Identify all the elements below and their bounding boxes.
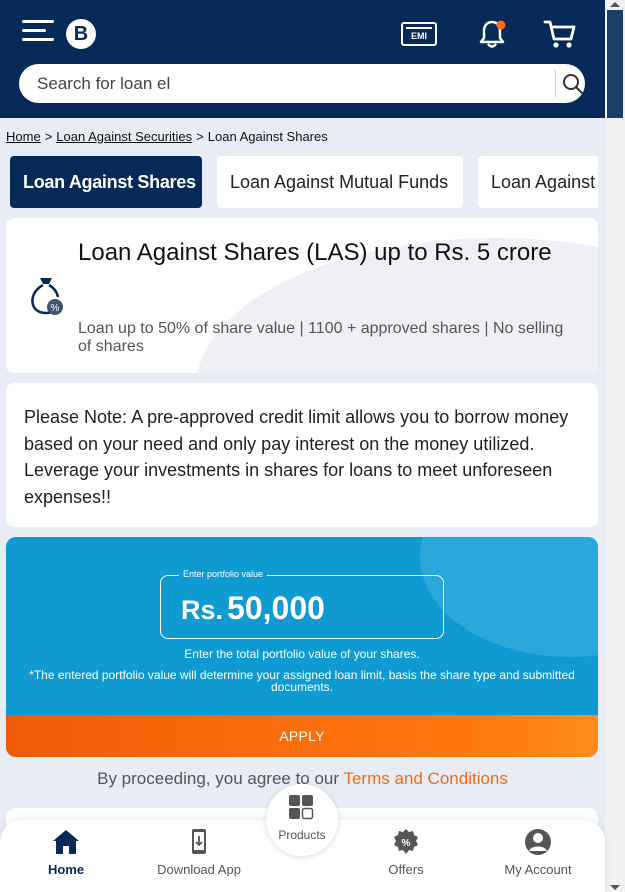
hero-card: % Loan Against Shares (LAS) up to Rs. 5 …	[6, 218, 598, 373]
portfolio-value-field[interactable]: Enter portfolio value Rs. 50,000	[160, 569, 444, 639]
hero-title: Loan Against Shares (LAS) up to Rs. 5 cr…	[78, 239, 552, 266]
money-bag-percent-icon: %	[31, 278, 63, 315]
nav-home[interactable]: Home	[6, 828, 126, 877]
tab-loan-against-more[interactable]: Loan Against	[478, 156, 598, 208]
nav-download-app[interactable]: Download App	[139, 828, 259, 877]
note-card: Please Note: A pre-approved credit limit…	[6, 383, 598, 527]
nav-download-label: Download App	[157, 862, 241, 877]
page-scrollbar[interactable]	[605, 0, 625, 892]
portfolio-amount: 50,000	[227, 590, 325, 626]
account-avatar-icon	[525, 829, 551, 855]
portfolio-disclaimer: *The entered portfolio value will determ…	[29, 668, 575, 694]
breadcrumb-separator: >	[44, 129, 53, 144]
tab-loan-against-mutual-funds[interactable]: Loan Against Mutual Funds	[217, 156, 463, 208]
emi-label: EMI	[410, 31, 427, 41]
nav-products-label: Products	[278, 828, 326, 842]
nav-products-button[interactable]: Products	[266, 784, 338, 856]
svg-text:%: %	[402, 838, 411, 849]
hamburger-menu-icon[interactable]	[22, 18, 56, 44]
home-icon	[53, 830, 79, 854]
breadcrumb: Home > Loan Against Securities > Loan Agains…	[6, 129, 328, 144]
nav-account-label: My Account	[504, 862, 572, 877]
breadcrumb-current: Loan Against Shares	[207, 129, 328, 144]
portfolio-hint: Enter the total portfolio value of your …	[184, 647, 420, 661]
portfolio-field-label: Enter portfolio value	[179, 569, 268, 579]
scroll-up-arrow-icon[interactable]	[610, 2, 620, 7]
breadcrumb-home-link[interactable]: Home	[6, 129, 41, 144]
search-icon[interactable]	[561, 72, 585, 96]
cart-icon[interactable]	[543, 18, 577, 50]
search-input[interactable]	[37, 64, 537, 103]
calculator-background-blob	[420, 537, 598, 657]
tab-loan-against-shares[interactable]: Loan Against Shares	[10, 156, 202, 208]
products-grid-icon	[289, 795, 314, 820]
brand-logo[interactable]: B	[66, 19, 96, 49]
nav-home-label: Home	[47, 862, 85, 877]
search-bar	[19, 64, 585, 103]
terms-and-conditions-link[interactable]: Terms and Conditions	[343, 769, 507, 788]
scroll-down-arrow-icon[interactable]	[610, 885, 620, 890]
search-divider	[555, 70, 556, 97]
breadcrumb-separator: >	[196, 129, 204, 144]
hero-subtitle: Loan up to 50% of share value | 1100 + a…	[78, 320, 564, 355]
notification-bell-icon[interactable]	[477, 18, 507, 50]
nav-offers-label: Offers	[388, 862, 424, 877]
nav-my-account[interactable]: My Account	[478, 828, 598, 877]
portfolio-value-display[interactable]: Rs. 50,000	[181, 590, 325, 627]
nav-offers[interactable]: % Offers	[346, 828, 466, 877]
app-header: B EMI	[0, 0, 605, 118]
product-tabs: Loan Against Shares Loan Against Mutual …	[10, 156, 598, 208]
svg-text:%: %	[51, 303, 60, 314]
mobile-download-icon	[192, 829, 206, 854]
emi-calculator-icon[interactable]: EMI	[401, 22, 437, 46]
offers-badge-icon: %	[394, 829, 418, 854]
currency-label: Rs.	[181, 595, 224, 625]
breadcrumb-securities-link[interactable]: Loan Against Securities	[56, 129, 192, 144]
note-text: Please Note: A pre-approved credit limit…	[24, 407, 569, 507]
apply-button[interactable]: APPLY	[6, 715, 598, 757]
scrollbar-thumb[interactable]	[607, 10, 623, 118]
